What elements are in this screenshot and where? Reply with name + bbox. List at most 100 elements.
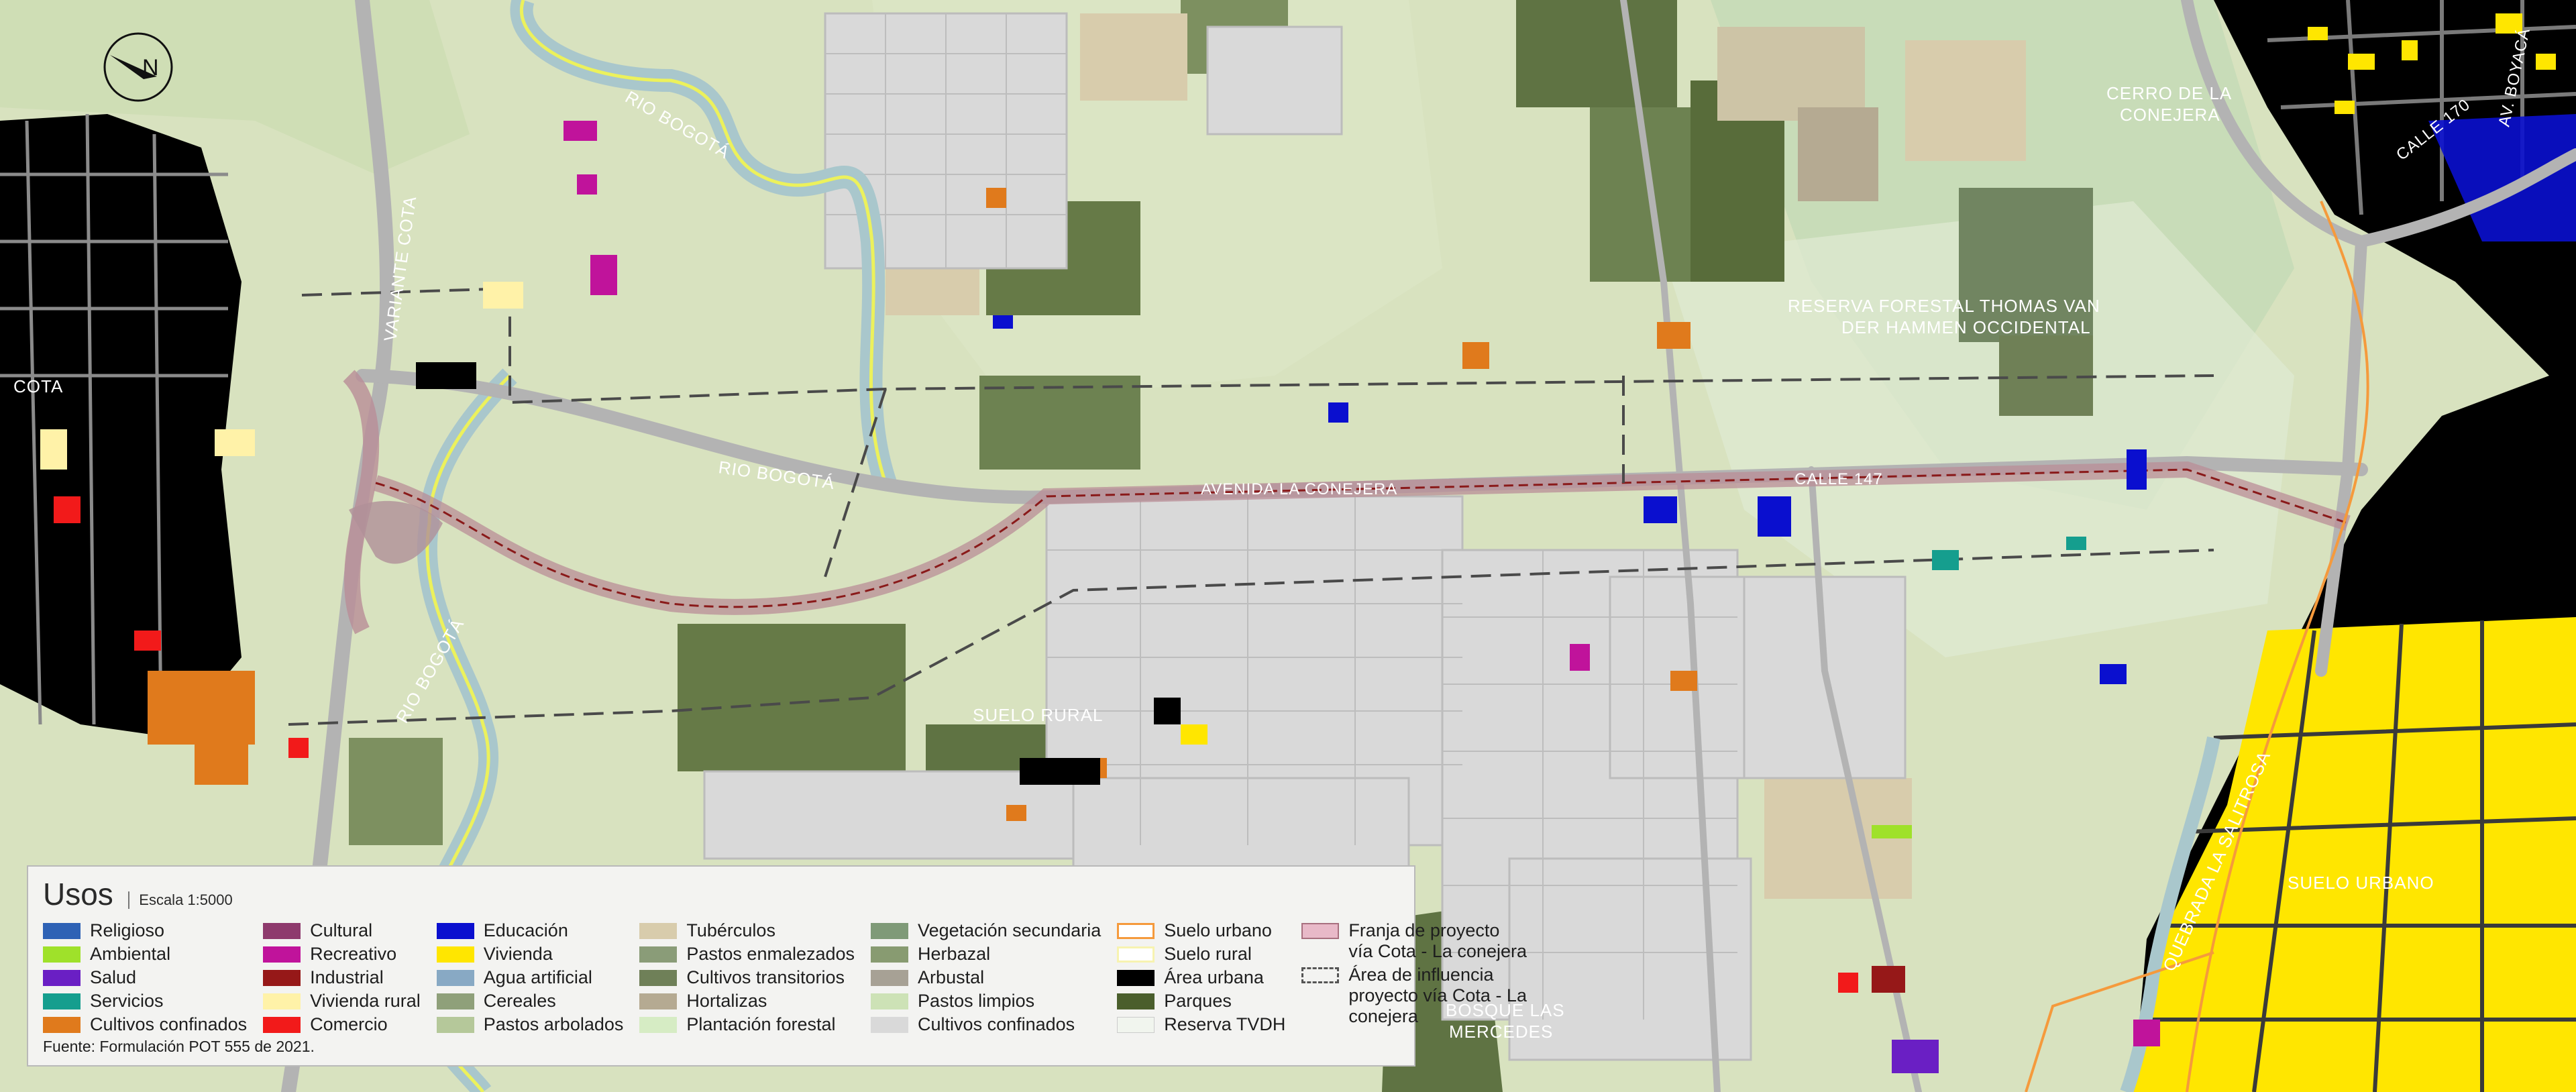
- legend-swatch: [639, 969, 678, 986]
- legend-column: Cultural Recreativo Industrial Vivienda rur…: [263, 920, 421, 1035]
- legend-label: Tubérculos: [686, 920, 775, 940]
- legend-swatch: [1117, 922, 1155, 939]
- legend-swatch: [871, 922, 909, 939]
- legend-swatch: [436, 969, 474, 986]
- legend-item: Reserva TVDH: [1117, 1014, 1285, 1035]
- north-arrow-icon: N: [103, 32, 173, 102]
- legend-item: Educación: [436, 920, 624, 941]
- legend-swatch: [871, 946, 909, 963]
- legend-swatch: [639, 993, 678, 1009]
- label-calle-147: CALLE 147: [1794, 470, 1883, 488]
- legend-item: Hortalizas: [639, 991, 855, 1012]
- legend-label: Vivienda rural: [310, 991, 421, 1011]
- legend-swatch: [43, 946, 80, 963]
- label-reserva-1: RESERVA FORESTAL THOMAS VAN: [1788, 296, 2100, 316]
- legend-swatch: [871, 969, 909, 986]
- legend-item: Comercio: [263, 1014, 421, 1035]
- legend-item: Servicios: [43, 991, 247, 1012]
- legend-label: Suelo urbano: [1164, 920, 1272, 940]
- legend-swatch: [639, 946, 678, 963]
- legend-label: Cultivos transitorios: [686, 967, 845, 987]
- legend-label: Herbazal: [918, 944, 991, 964]
- legend-swatch: [1301, 967, 1340, 983]
- legend-label: Pastos limpios: [918, 991, 1035, 1011]
- legend-swatch: [263, 969, 301, 986]
- legend-label: Franja de proyecto vía Cota - La conejer…: [1348, 920, 1527, 961]
- legend-swatch: [639, 922, 678, 939]
- legend-swatch: [43, 1016, 80, 1033]
- legend-swatch: [1117, 993, 1155, 1009]
- legend-label: Parques: [1164, 991, 1232, 1011]
- legend-label: Pastos enmalezados: [686, 944, 855, 964]
- legend-label: Pastos arbolados: [483, 1014, 624, 1034]
- legend-item: Religioso: [43, 920, 247, 941]
- legend-swatch: [263, 993, 301, 1009]
- legend-swatch: [1117, 969, 1155, 986]
- legend-swatch: [436, 993, 474, 1009]
- legend-column: Tubérculos Pastos enmalezados Cultivos tra…: [639, 920, 855, 1035]
- legend-label: Suelo rural: [1164, 944, 1252, 964]
- legend-item: Cereales: [436, 991, 624, 1012]
- legend-item: Cultivos confinados: [871, 1014, 1101, 1035]
- legend-item: Industrial: [263, 967, 421, 988]
- legend-column: Vegetación secundaria Herbazal Arbustal Pas…: [871, 920, 1101, 1035]
- legend-item: Suelo urbano: [1117, 920, 1285, 941]
- legend-item: Pastos enmalezados: [639, 944, 855, 965]
- legend-label: Reserva TVDH: [1164, 1014, 1286, 1034]
- legend-label: Arbustal: [918, 967, 985, 987]
- legend-label: Plantación forestal: [686, 1014, 836, 1034]
- legend-item: Vivienda rural: [263, 991, 421, 1012]
- legend-swatch: [1117, 1016, 1155, 1033]
- legend-swatch: [43, 969, 80, 986]
- legend-column: Religioso Ambiental Salud Servicios Cultivos…: [43, 920, 247, 1035]
- legend-label: Ambiental: [90, 944, 171, 964]
- legend-item: Pastos arbolados: [436, 1014, 624, 1035]
- legend-item: Arbustal: [871, 967, 1101, 988]
- label-suelo-rural: SUELO RURAL: [973, 705, 1104, 725]
- label-cerro-conejera-1: CERRO DE LA: [2106, 83, 2232, 103]
- label-cota: COTA: [13, 376, 63, 396]
- legend-label: Área urbana: [1164, 967, 1264, 987]
- legend-label: Industrial: [310, 967, 384, 987]
- legend-item: Suelo rural: [1117, 944, 1285, 965]
- legend-label: Vivienda: [483, 944, 553, 964]
- legend-swatch: [263, 946, 301, 963]
- label-reserva-2: DER HAMMEN OCCIDENTAL: [1841, 317, 2091, 337]
- legend-swatch: [639, 1016, 678, 1033]
- legend-swatch: [871, 1016, 909, 1033]
- legend-scale: Escala 1:5000: [128, 891, 233, 909]
- legend-item: Cultivos confinados: [43, 1014, 247, 1035]
- legend-swatch: [43, 993, 80, 1009]
- legend-swatch: [436, 946, 474, 963]
- legend-label: Religioso: [90, 920, 165, 940]
- legend-swatch: [43, 922, 80, 939]
- legend-item: Franja de proyecto vía Cota - La conejer…: [1301, 920, 1527, 962]
- legend-swatch: [871, 993, 909, 1009]
- legend-item: Plantación forestal: [639, 1014, 855, 1035]
- legend-swatch: [263, 1016, 301, 1033]
- legend-item: Herbazal: [871, 944, 1101, 965]
- legend-label: Hortalizas: [686, 991, 767, 1011]
- label-suelo-urbano: SUELO URBANO: [2288, 873, 2434, 893]
- legend-item: Tubérculos: [639, 920, 855, 941]
- legend-swatch: [263, 922, 301, 939]
- legend-label: Área de influencia proyecto vía Cota - L…: [1348, 965, 1527, 1026]
- legend-label: Servicios: [90, 991, 164, 1011]
- legend-label: Comercio: [310, 1014, 388, 1034]
- legend-source: Fuente: Formulación POT 555 de 2021.: [43, 1038, 315, 1055]
- legend-item: Ambiental: [43, 944, 247, 965]
- label-cerro-conejera-2: CONEJERA: [2120, 105, 2220, 125]
- legend-label: Vegetación secundaria: [918, 920, 1102, 940]
- legend-label: Educación: [483, 920, 568, 940]
- legend-swatch: [1117, 946, 1155, 963]
- legend-label: Cereales: [483, 991, 556, 1011]
- legend-title: Usos: [43, 877, 113, 912]
- legend-item: Recreativo: [263, 944, 421, 965]
- legend-swatch: [436, 922, 474, 939]
- legend-item: Parques: [1117, 991, 1285, 1012]
- label-avenida-la-conejera: AVENIDA LA CONEJERA: [1201, 480, 1397, 498]
- legend-item: Vivienda: [436, 944, 624, 965]
- legend-item: Cultural: [263, 920, 421, 941]
- legend-item: Área urbana: [1117, 967, 1285, 988]
- legend-column: Suelo urbano Suelo rural Área urbana Parque…: [1117, 920, 1285, 1035]
